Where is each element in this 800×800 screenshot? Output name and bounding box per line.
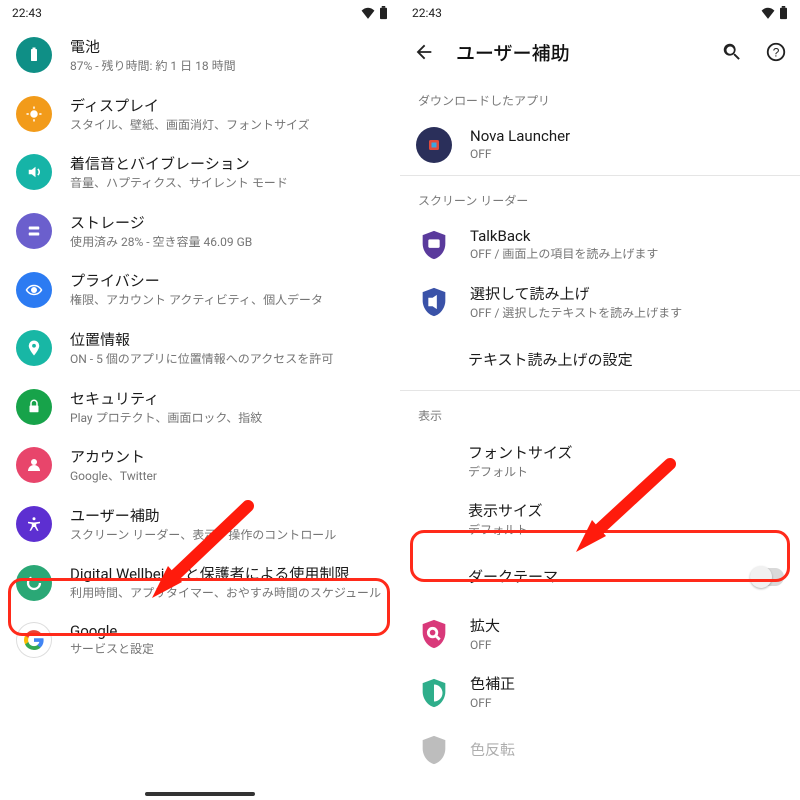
item-talkback[interactable]: TalkBack OFF / 画面上の項目を読み上げます bbox=[400, 217, 800, 273]
item-sub: 権限、アカウント アクティビティ、個人データ bbox=[70, 293, 384, 309]
item-title: アカウント bbox=[70, 446, 384, 467]
item-title: 表示サイズ bbox=[468, 500, 784, 521]
item-sub: OFF bbox=[470, 638, 784, 654]
item-title: ディスプレイ bbox=[70, 95, 384, 116]
item-title: 電池 bbox=[70, 36, 384, 57]
settings-item-display[interactable]: ディスプレイスタイル、壁紙、画面消灯、フォントサイズ bbox=[0, 85, 400, 144]
section-label-display: 表示 bbox=[400, 393, 800, 432]
item-title: テキスト読み上げの設定 bbox=[468, 349, 784, 370]
item-title: 位置情報 bbox=[70, 329, 384, 350]
item-sub: OFF / 選択したテキストを読み上げます bbox=[470, 306, 784, 322]
item-sub: デフォルト bbox=[468, 465, 784, 481]
item-sub: 87% - 残り時間: 約 1 日 18 時間 bbox=[70, 59, 384, 75]
item-color-correction[interactable]: 色補正 OFF bbox=[400, 663, 800, 722]
item-title: Google bbox=[70, 622, 384, 640]
item-sub: Google、Twitter bbox=[70, 469, 384, 485]
battery-icon bbox=[779, 6, 788, 20]
settings-item-a11y[interactable]: ユーザー補助スクリーン リーダー、表示、操作のコントロール bbox=[0, 495, 400, 554]
item-title: TalkBack bbox=[470, 227, 784, 245]
item-title: 着信音とバイブレーション bbox=[70, 153, 384, 174]
item-sub: サービスと設定 bbox=[70, 642, 384, 658]
item-title: 色反転 bbox=[470, 739, 784, 760]
item-sub: デフォルト bbox=[468, 523, 784, 539]
item-title: ユーザー補助 bbox=[70, 505, 384, 526]
settings-item-security[interactable]: セキュリティ Play プロテクト、画面ロック、指紋 bbox=[0, 378, 400, 437]
account-icon bbox=[16, 447, 52, 483]
magnify-icon bbox=[416, 616, 452, 652]
section-label-screenreader: スクリーン リーダー bbox=[400, 178, 800, 217]
item-sub: OFF bbox=[470, 696, 784, 712]
item-magnification[interactable]: 拡大 OFF bbox=[400, 605, 800, 664]
settings-item-sound[interactable]: 着信音とバイブレーション音量、ハプティクス、サイレント モード bbox=[0, 143, 400, 202]
storage-icon bbox=[16, 213, 52, 249]
status-bar: 22:43 bbox=[0, 0, 400, 26]
color-inv-icon bbox=[416, 732, 452, 768]
status-time: 22:43 bbox=[12, 6, 42, 20]
svg-text:?: ? bbox=[773, 46, 780, 60]
item-nova-launcher[interactable]: Nova Launcher OFF bbox=[400, 117, 800, 173]
left-phone: 22:43 電池 87% - 残り時間: 約 1 日 18 時間ディスプレイスタイ… bbox=[0, 0, 400, 800]
item-sub: OFF / 画面上の項目を読み上げます bbox=[470, 247, 784, 263]
nav-hint bbox=[145, 792, 255, 796]
item-color-inversion[interactable]: 色反転 bbox=[400, 722, 800, 778]
settings-item-wellbeing[interactable]: Digital Wellbeing と保護者による使用制限利用時間、アプリタイマ… bbox=[0, 553, 400, 612]
right-phone: 22:43 ユーザー補助 ? ダウンロードしたアプリ Nova Launcher bbox=[400, 0, 800, 800]
item-title: 拡大 bbox=[470, 615, 784, 636]
settings-item-battery[interactable]: 電池 87% - 残り時間: 約 1 日 18 時間 bbox=[0, 26, 400, 85]
item-title: 選択して読み上げ bbox=[470, 283, 784, 304]
status-bar: 22:43 bbox=[400, 0, 800, 26]
item-title: フォントサイズ bbox=[468, 442, 784, 463]
item-sub: ON - 5 個のアプリに位置情報へのアクセスを許可 bbox=[70, 352, 384, 368]
settings-item-storage[interactable]: ストレージ使用済み 28% - 空き容量 46.09 GB bbox=[0, 202, 400, 261]
item-title: Digital Wellbeing と保護者による使用制限 bbox=[70, 563, 384, 584]
item-sub: 利用時間、アプリタイマー、おやすみ時間のスケジュール bbox=[70, 586, 384, 602]
item-title: セキュリティ bbox=[70, 388, 384, 409]
item-sub: スタイル、壁紙、画面消灯、フォントサイズ bbox=[70, 118, 384, 134]
help-icon[interactable]: ? bbox=[764, 40, 788, 64]
section-label-downloaded: ダウンロードしたアプリ bbox=[400, 78, 800, 117]
item-font-size[interactable]: フォントサイズ デフォルト bbox=[400, 432, 800, 491]
item-sub: Play プロテクト、画面ロック、指紋 bbox=[70, 411, 384, 427]
item-title: プライバシー bbox=[70, 270, 384, 291]
back-icon[interactable] bbox=[412, 40, 436, 64]
sound-icon bbox=[16, 154, 52, 190]
item-sub: OFF bbox=[470, 147, 784, 163]
google-icon bbox=[16, 622, 52, 658]
item-tts[interactable]: テキスト読み上げの設定 bbox=[400, 332, 800, 388]
talkback-icon bbox=[416, 227, 452, 263]
status-time: 22:43 bbox=[412, 6, 442, 20]
item-title: 色補正 bbox=[470, 673, 784, 694]
item-title: ダークテーマ bbox=[468, 566, 732, 587]
battery-icon bbox=[16, 37, 52, 73]
item-select-to-speak[interactable]: 選択して読み上げ OFF / 選択したテキストを読み上げます bbox=[400, 273, 800, 332]
wifi-icon bbox=[761, 7, 775, 19]
location-icon bbox=[16, 330, 52, 366]
search-icon[interactable] bbox=[720, 40, 744, 64]
nova-icon bbox=[424, 135, 444, 155]
item-dark-theme[interactable]: ダークテーマ bbox=[400, 549, 800, 605]
page-title: ユーザー補助 bbox=[456, 39, 700, 66]
settings-item-privacy[interactable]: プライバシー権限、アカウント アクティビティ、個人データ bbox=[0, 260, 400, 319]
page-header: ユーザー補助 ? bbox=[400, 26, 800, 78]
settings-item-location[interactable]: 位置情報 ON - 5 個のアプリに位置情報へのアクセスを許可 bbox=[0, 319, 400, 378]
color-corr-icon bbox=[416, 675, 452, 711]
battery-icon bbox=[379, 6, 388, 20]
security-icon bbox=[16, 389, 52, 425]
item-display-size[interactable]: 表示サイズ デフォルト bbox=[400, 490, 800, 549]
item-sub: スクリーン リーダー、表示、操作のコントロール bbox=[70, 528, 384, 544]
display-icon bbox=[16, 96, 52, 132]
item-title: Nova Launcher bbox=[470, 127, 784, 145]
item-title: ストレージ bbox=[70, 212, 384, 233]
select-speak-icon bbox=[416, 284, 452, 320]
a11y-icon bbox=[16, 506, 52, 542]
wifi-icon bbox=[361, 7, 375, 19]
wellbeing-icon bbox=[16, 565, 52, 601]
settings-item-account[interactable]: アカウント Google、Twitter bbox=[0, 436, 400, 495]
privacy-icon bbox=[16, 272, 52, 308]
settings-item-google[interactable]: Google サービスと設定 bbox=[0, 612, 400, 668]
item-sub: 使用済み 28% - 空き容量 46.09 GB bbox=[70, 235, 384, 251]
item-sub: 音量、ハプティクス、サイレント モード bbox=[70, 176, 384, 192]
dark-theme-toggle[interactable] bbox=[750, 568, 784, 586]
